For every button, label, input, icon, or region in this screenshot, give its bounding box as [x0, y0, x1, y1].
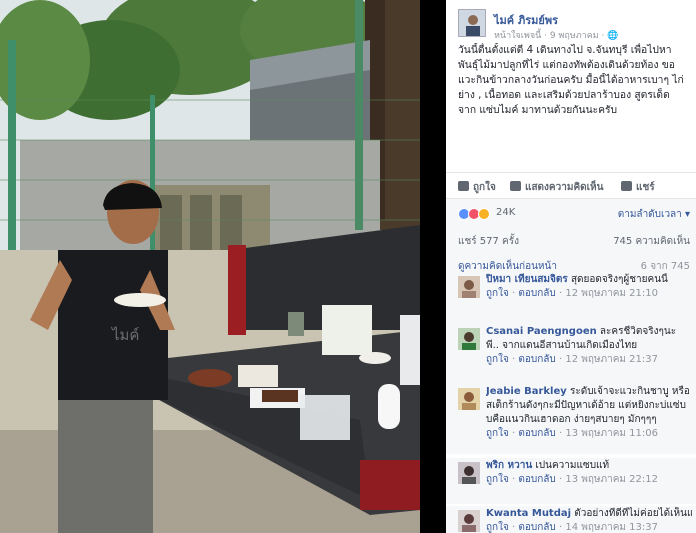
commenter-avatar[interactable] [458, 328, 480, 350]
comment-body: ปิหมา เทียนสมจิตร สุดยอดจริงๆผู้ชายคนนี้… [486, 273, 692, 301]
commenter-name[interactable]: พริก หวาน [486, 460, 532, 471]
reaction-icons[interactable] [458, 208, 496, 220]
share-count[interactable]: แชร์ 577 ครั้ง [458, 234, 519, 249]
commenter-name[interactable]: Kwanta Mutdaj [486, 508, 571, 519]
comment-body: Kwanta Mutdaj ตัวอย่างที่ดีที่ไม่ค่อยได้… [486, 507, 692, 533]
comment-item: Kwanta Mutdaj ตัวอย่างที่ดีที่ไม่ค่อยได้… [446, 506, 696, 533]
comment-text-line: พี่.. จากแดนอีสานบ้านเกิดเมืองไทย [486, 340, 638, 351]
comment-actions: ถูกใจ · ตอบกลับ · 12 พฤษภาคม 21:10 [486, 288, 658, 299]
comment-reply-link[interactable]: ตอบกลับ [518, 428, 555, 439]
comment-text: ละครชีวิตจริงๆนะ [599, 326, 677, 337]
commenter-avatar[interactable] [458, 462, 480, 484]
commenter-avatar[interactable] [458, 276, 480, 298]
comment-actions: ถูกใจ · ตอบกลับ · 13 พฤษภาคม 11:06 [486, 428, 658, 439]
post-meta-text[interactable]: หน้าใจเพจนี้ · 9 พฤษภาคม · [494, 31, 607, 41]
globe-icon: 🌐 [607, 31, 619, 41]
photo-watermark: ไมค์ [111, 326, 139, 344]
comment-text: สุดยอดจริงๆผู้ชายคนนี้ [570, 274, 668, 285]
reaction-count[interactable]: 24K [496, 207, 515, 218]
share-label: แชร์ [636, 182, 655, 193]
comment-like-link[interactable]: ถูกใจ [486, 354, 509, 365]
post-text-line: จาก แซ่บไมค์ มาทานด้วยกันนะครับ [458, 104, 618, 116]
reaction-summary: 24K ตามลำดับเวลา ▾ แชร์ 577 ครั้ง 745 คว… [446, 198, 696, 272]
share-button[interactable]: แชร์ [621, 180, 655, 195]
commenter-name[interactable]: Csanai Paengngoen [486, 326, 597, 337]
share-icon [621, 181, 632, 191]
comment-body: Jeabie Barkley ระดับเจ้าจะแวะกินชาบู หรื… [486, 385, 692, 441]
post-meta: หน้าใจเพจนี้ · 9 พฤษภาคม · 🌐 [494, 28, 618, 42]
post-photo[interactable]: ไมค์ [0, 0, 420, 533]
commenter-avatar[interactable] [458, 510, 480, 532]
comment-time[interactable]: 12 พฤษภาคม 21:10 [565, 288, 658, 299]
post-panel: ไมค์ ภิรมย์พร หน้าใจเพจนี้ · 9 พฤษภาคม ·… [446, 0, 696, 533]
comment-first-line: ปิหมา เทียนสมจิตร สุดยอดจริงๆผู้ชายคนนี้ [486, 273, 692, 287]
post-text-line: วันนี้ตื่นตั้งแต่ตี 4 เดินทางไป จ.จันทบุ… [458, 44, 672, 56]
comment-reply-link[interactable]: ตอบกลับ [518, 522, 555, 533]
comment-actions: ถูกใจ · ตอบกลับ · 14 พฤษภาคม 13:37 [486, 522, 658, 533]
comment-time[interactable]: 13 พฤษภาคม 22:12 [565, 474, 658, 485]
commenter-avatar[interactable] [458, 388, 480, 410]
comment-reply-link[interactable]: ตอบกลับ [518, 474, 555, 485]
comment-count: 745 ความคิดเห็น [613, 236, 690, 247]
comment-reply-link[interactable]: ตอบกลับ [518, 288, 555, 299]
wow-reaction-icon [478, 208, 490, 220]
comment-like-link[interactable]: ถูกใจ [486, 522, 509, 533]
comment-time[interactable]: 14 พฤษภาคม 13:37 [565, 522, 658, 533]
comment-text-line: สเต็กร้านดังๆกะมีปัญหาเด้อ้าย แต่หยิ่งกะ… [486, 400, 686, 411]
photo-separator [420, 0, 446, 533]
comment-item: ปิหมา เทียนสมจิตร สุดยอดจริงๆผู้ชายคนนี้… [446, 272, 696, 324]
post-text-line: พันธุ์ไม้มาปลูกที่ไร่ แต่กองทัพต้องเดินด… [458, 59, 675, 71]
author-avatar[interactable] [458, 9, 486, 37]
like-button[interactable]: ถูกใจ [458, 180, 496, 195]
post-header: ไมค์ ภิรมย์พร หน้าใจเพจนี้ · 9 พฤษภาคม ·… [446, 0, 696, 44]
comment-first-line: พริก หวาน เปนความแซบแท้ [486, 459, 692, 473]
comment-first-line: Kwanta Mutdaj ตัวอย่างที่ดีที่ไม่ค่อยได้… [486, 507, 692, 521]
comment-time[interactable]: 12 พฤษภาคม 21:37 [565, 354, 658, 365]
comment-actions: ถูกใจ · ตอบกลับ · 12 พฤษภาคม 21:37 [486, 354, 658, 365]
comment-text: เปนความแซบแท้ [535, 460, 610, 471]
comment-label: แสดงความคิดเห็น [525, 182, 604, 193]
comment-like-link[interactable]: ถูกใจ [486, 288, 509, 299]
post-text: วันนี้ตื่นตั้งแต่ตี 4 เดินทางไป จ.จันทบุ… [458, 43, 690, 118]
author-name[interactable]: ไมค์ ภิรมย์พร [494, 11, 558, 29]
post-text-line: แวะกินข้าวกลางวันก่อนครับ มื้อนี้ได้อาหา… [458, 74, 684, 86]
post-text-line: ย่าง , เนื้อทอด และเสริมด้วยปลาร้าบอง สู… [458, 89, 670, 101]
comment-item: Jeabie Barkley ระดับเจ้าจะแวะกินชาบู หรื… [446, 384, 696, 454]
comment-like-link[interactable]: ถูกใจ [486, 428, 509, 439]
like-label: ถูกใจ [473, 182, 496, 193]
comment-body: พริก หวาน เปนความแซบแท้ ถูกใจ · ตอบกลับ … [486, 459, 692, 487]
comment-text-line: บคือแนวกินเฮาดอก ง่ายๆสบายๆ มักๆๆๆ [486, 414, 657, 425]
thumbs-up-icon [458, 181, 469, 191]
comment-button[interactable]: แสดงความคิดเห็น [510, 180, 603, 195]
comment-item: Csanai Paengngoen ละครชีวิตจริงๆนะ พี่..… [446, 324, 696, 384]
comment-actions: ถูกใจ · ตอบกลับ · 13 พฤษภาคม 22:12 [486, 474, 658, 485]
commenter-name[interactable]: Jeabie Barkley [486, 386, 567, 397]
comment-body: Csanai Paengngoen ละครชีวิตจริงๆนะ พี่..… [486, 325, 692, 367]
comment-first-line: Jeabie Barkley ระดับเจ้าจะแวะกินชาบู หรื… [486, 385, 692, 399]
comment-reply-link[interactable]: ตอบกลับ [518, 354, 555, 365]
comment-text: ตัวอย่างที่ดีที่ไม่ค่อยได้เห็นแหละ [574, 508, 692, 519]
commenter-name[interactable]: ปิหมา เทียนสมจิตร [486, 274, 568, 285]
comment-like-link[interactable]: ถูกใจ [486, 474, 509, 485]
comment-time[interactable]: 13 พฤษภาคม 11:06 [565, 428, 658, 439]
comment-first-line: Csanai Paengngoen ละครชีวิตจริงๆนะ [486, 325, 692, 339]
comment-text: ระดับเจ้าจะแวะกินชาบู หรือ [569, 386, 690, 397]
post-actions: ถูกใจ แสดงความคิดเห็น แชร์ [446, 172, 696, 198]
comment-icon [510, 181, 521, 191]
sort-dropdown[interactable]: ตามลำดับเวลา ▾ [618, 207, 690, 222]
photo-scene: ไมค์ [0, 0, 420, 533]
comment-item: พริก หวาน เปนความแซบแท้ ถูกใจ · ตอบกลับ … [446, 458, 696, 504]
